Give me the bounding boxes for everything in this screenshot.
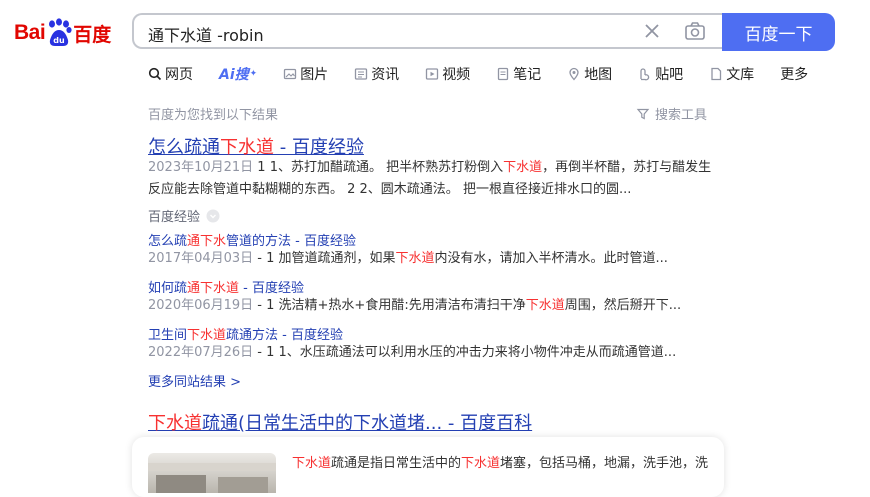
search-icon bbox=[148, 67, 162, 81]
sub-result-title[interactable]: 卫生间下水道疏通方法 - 百度经验 bbox=[148, 324, 343, 343]
search-input[interactable]: 通下水道 -robin bbox=[132, 13, 722, 49]
title-part: 管道的方法 - 百度经验 bbox=[226, 234, 356, 249]
tab-wenku[interactable]: 文库 bbox=[709, 64, 754, 84]
snippet-highlight: 下水道 bbox=[461, 456, 501, 471]
title-highlight: 通下水道 bbox=[187, 281, 240, 296]
tieba-icon bbox=[640, 68, 650, 81]
search-tabs: 网页 Ai搜 ✦ 图片 资讯 视频 笔记 地图 贴吧 文库 更多 bbox=[148, 64, 834, 84]
tab-label: 贴吧 bbox=[655, 67, 684, 83]
tab-web[interactable]: 网页 bbox=[148, 64, 193, 84]
tab-label: 图片 bbox=[300, 67, 329, 83]
snippet-text: 内没有水，请加入半杯清水。此时管道... bbox=[434, 251, 668, 266]
tab-label: 笔记 bbox=[513, 67, 542, 83]
search-tools-label: 搜索工具 bbox=[655, 108, 708, 123]
document-icon bbox=[711, 67, 722, 81]
result-date: 2017年04月03日 bbox=[148, 251, 254, 266]
sub-result-title[interactable]: 怎么疏通下水管道的方法 - 百度经验 bbox=[148, 230, 356, 249]
snippet-text: - 1 1、水压疏通法可以利用水压的冲击力来将小物件冲走从而疏通管道... bbox=[253, 345, 677, 360]
title-part: 如何疏 bbox=[148, 281, 188, 296]
camera-icon[interactable] bbox=[684, 21, 706, 41]
logo-text-cn: 百度 bbox=[73, 23, 112, 46]
snippet-text: - 1 洗洁精+热水+食用醋:先用清洁布清扫干净 bbox=[253, 298, 526, 313]
result-title[interactable]: 怎么疏通下水道 - 百度经验 bbox=[148, 133, 364, 159]
snippet-highlight: 下水道 bbox=[292, 456, 332, 471]
snippet-text: ，再倒半杯醋，苏打与醋发生 bbox=[542, 160, 712, 175]
snippet-text: 周围，然后掰开下... bbox=[564, 298, 682, 313]
result-snippet-line: 2023年10月21日 1 1、苏打加醋疏通。 把半杯熟苏打粉倒入下水道，再倒半… bbox=[148, 157, 711, 179]
tab-tieba[interactable]: 贴吧 bbox=[638, 64, 683, 84]
result-date: 2022年07月26日 bbox=[148, 345, 254, 360]
sub-result-snippet: 2020年06月19日 - 1 洗洁精+热水+食用醋:先用清洁布清扫干净下水道周… bbox=[148, 295, 681, 317]
title-part: 疏通方法 - 百度经验 bbox=[226, 328, 343, 343]
snippet-text: 堵塞，包括马桶，地漏，洗手池，洗 bbox=[500, 456, 709, 471]
video-icon bbox=[426, 68, 439, 80]
sub-result-title[interactable]: 如何疏通下水道 - 百度经验 bbox=[148, 277, 304, 296]
paw-icon: du bbox=[46, 18, 72, 48]
title-part: 怎么疏通 bbox=[148, 137, 220, 158]
tab-notes[interactable]: 笔记 bbox=[496, 64, 541, 84]
sub-result-snippet: 2017年04月03日 - 1 加管道疏通剂，如果下水道内没有水，请加入半杯清水… bbox=[148, 248, 668, 270]
snippet-text: 疏通是指日常生活中的 bbox=[331, 456, 462, 471]
search-tools-button[interactable]: 搜索工具 bbox=[636, 104, 707, 123]
filter-icon bbox=[636, 108, 650, 119]
title-part: 卫生间 bbox=[148, 328, 188, 343]
title-highlight: 通下水 bbox=[187, 234, 227, 249]
result-snippet-line: 反应能去除管道中黏糊糊的东西。 2 2、圆木疏通法。 把一根直径接近排水口的圆.… bbox=[148, 182, 632, 197]
result-title[interactable]: 下水道疏通(日常生活中的下水道堵... - 百度百科 bbox=[148, 409, 532, 435]
tab-more[interactable]: 更多 bbox=[780, 64, 808, 84]
sub-result-snippet: 2022年07月26日 - 1 1、水压疏通法可以利用水压的冲击力来将小物件冲走… bbox=[148, 342, 676, 364]
result-thumbnail[interactable] bbox=[148, 453, 276, 493]
search-button[interactable]: 百度一下 bbox=[722, 13, 835, 51]
baike-card[interactable]: 下水道疏通是指日常生活中的下水道堵塞，包括马桶，地漏，洗手池，洗 bbox=[132, 437, 724, 497]
card-snippet: 下水道疏通是指日常生活中的下水道堵塞，包括马桶，地漏，洗手池，洗 bbox=[292, 452, 708, 471]
tab-label: 文库 bbox=[726, 67, 755, 83]
result-date: 2020年06月19日 bbox=[148, 298, 254, 313]
tab-label: Ai搜 bbox=[219, 67, 249, 83]
tab-map[interactable]: 地图 bbox=[567, 64, 612, 84]
note-icon bbox=[498, 67, 509, 81]
title-part: 怎么疏 bbox=[148, 234, 188, 249]
title-part: - 百度经验 bbox=[274, 137, 364, 158]
tab-label: 资讯 bbox=[371, 67, 400, 83]
search-query[interactable]: 通下水道 -robin bbox=[148, 22, 264, 46]
result-source[interactable]: 百度经验 bbox=[148, 206, 220, 225]
tab-label: 更多 bbox=[780, 67, 809, 83]
tab-images[interactable]: 图片 bbox=[283, 64, 328, 84]
map-icon bbox=[569, 67, 579, 81]
news-icon bbox=[355, 68, 368, 80]
tab-label: 网页 bbox=[165, 67, 193, 83]
tab-video[interactable]: 视频 bbox=[425, 64, 470, 84]
baidu-logo[interactable]: Bai du 百度 bbox=[14, 16, 111, 50]
snippet-text: 1 1、苏打加醋疏通。 把半杯熟苏打粉倒入 bbox=[253, 160, 504, 175]
tab-label: 视频 bbox=[442, 67, 471, 83]
snippet-text: - 1 加管道疏通剂，如果 bbox=[253, 251, 396, 266]
svg-text:du: du bbox=[53, 36, 65, 45]
title-part: 疏通(日常生活中的下水道堵... - 百度百科 bbox=[202, 413, 533, 434]
tab-news[interactable]: 资讯 bbox=[354, 64, 399, 84]
snippet-highlight: 下水道 bbox=[395, 251, 435, 266]
clear-icon[interactable] bbox=[642, 21, 662, 41]
image-icon bbox=[284, 68, 297, 80]
source-label: 百度经验 bbox=[148, 210, 201, 225]
tab-ai-search[interactable]: Ai搜 ✦ bbox=[219, 64, 257, 84]
title-highlight: 下水道 bbox=[220, 137, 274, 158]
sparkle-icon: ✦ bbox=[249, 69, 258, 79]
result-count-text: 百度为您找到以下结果 bbox=[148, 108, 279, 123]
more-site-results-link[interactable]: 更多同站结果 > bbox=[148, 371, 241, 390]
title-part: - 百度经验 bbox=[239, 281, 304, 296]
result-date: 2023年10月21日 bbox=[148, 160, 254, 175]
snippet-highlight: 下水道 bbox=[503, 160, 543, 175]
title-highlight: 下水道 bbox=[187, 328, 227, 343]
logo-text-en: Bai bbox=[14, 21, 46, 44]
snippet-highlight: 下水道 bbox=[525, 298, 565, 313]
chevron-down-icon[interactable] bbox=[206, 209, 220, 223]
title-highlight: 下水道 bbox=[148, 413, 202, 434]
tab-label: 地图 bbox=[584, 67, 613, 83]
